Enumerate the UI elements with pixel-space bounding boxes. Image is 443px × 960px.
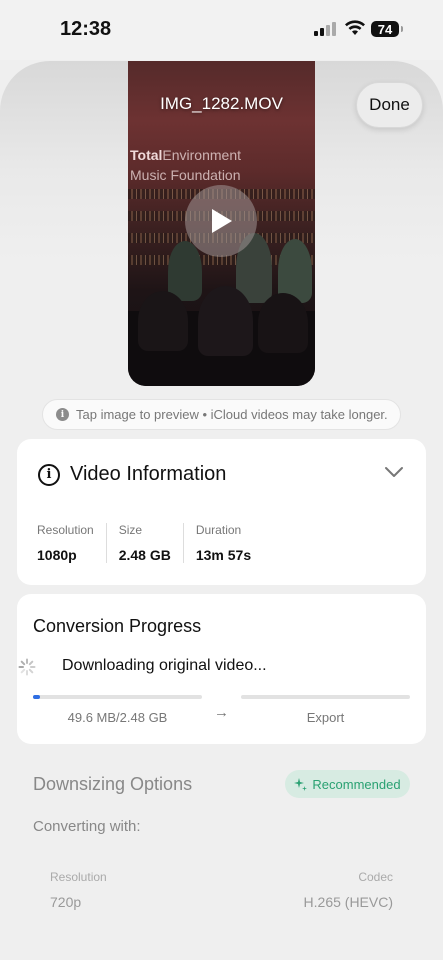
video-stats: Resolution 1080p Size 2.48 GB Duration 1… (37, 523, 275, 563)
info-icon: i (56, 408, 69, 421)
option-codec-value: H.265 (HEVC) (303, 894, 393, 910)
conversion-progress-title: Conversion Progress (33, 616, 202, 636)
status-bar: 12:38 74 (0, 0, 443, 60)
loading-spinner-icon (18, 658, 36, 676)
stat-value: 2.48 GB (118, 547, 171, 563)
export-label: Export (306, 710, 345, 725)
recommended-badge-label: Recommended (312, 776, 401, 792)
done-button[interactable]: Done (356, 82, 423, 128)
stat-size: Size 2.48 GB (119, 523, 184, 563)
chevron-down-icon[interactable] (384, 466, 404, 478)
option-resolution-label: Resolution (50, 870, 107, 884)
video-information-header: i Video Information (38, 463, 226, 486)
download-progress-label: 49.6 MB/2.48 GB (67, 710, 168, 725)
stat-label: Duration (195, 523, 242, 537)
overlay-line2: Music Foundation (130, 167, 241, 183)
option-resolution-value: 720p (50, 894, 82, 910)
battery-icon: 74 (371, 21, 403, 37)
arrow-right-icon: → (214, 704, 229, 721)
video-title: IMG_1282.MOV (160, 94, 283, 113)
export-progress-bar (241, 695, 410, 699)
stat-label: Resolution (37, 523, 94, 537)
download-progress-bar (33, 695, 202, 699)
preview-hint: i Tap image to preview • iCloud videos m… (42, 399, 401, 430)
cellular-signal-icon (314, 22, 336, 36)
conversion-status: Downloading original video... (62, 657, 267, 674)
info-circle-icon: i (38, 463, 60, 486)
downsizing-options-title: Downsizing Options (33, 774, 193, 794)
stat-duration: Duration 13m 57s (196, 523, 263, 563)
overlay-line1-bold: Total (130, 147, 163, 163)
converting-with-label: Converting with: (33, 818, 141, 835)
conversion-progress-card: Conversion Progress Downloading original… (17, 594, 426, 744)
recommended-badge: Recommended (285, 770, 410, 798)
stat-value: 13m 57s (195, 547, 252, 563)
hint-text: Tap image to preview • iCloud videos may… (76, 407, 388, 422)
wifi-icon (345, 20, 365, 35)
video-overlay-text: TotalEnvironment Music Foundation (130, 145, 241, 185)
play-icon (212, 209, 232, 233)
video-information-title: Video Information (70, 463, 227, 485)
download-progress-fill (33, 695, 40, 699)
overlay-line1-rest: Environment (162, 147, 241, 163)
battery-level: 74 (377, 21, 393, 37)
sparkle-icon (294, 777, 308, 791)
video-information-card[interactable]: i Video Information Resolution 1080p Siz… (17, 439, 426, 585)
status-time: 12:38 (60, 18, 112, 40)
option-codec-label: Codec (358, 870, 393, 884)
play-button[interactable] (185, 185, 257, 257)
stat-value: 1080p (37, 547, 77, 563)
stat-label: Size (118, 523, 143, 537)
stat-resolution: Resolution 1080p (37, 523, 107, 563)
